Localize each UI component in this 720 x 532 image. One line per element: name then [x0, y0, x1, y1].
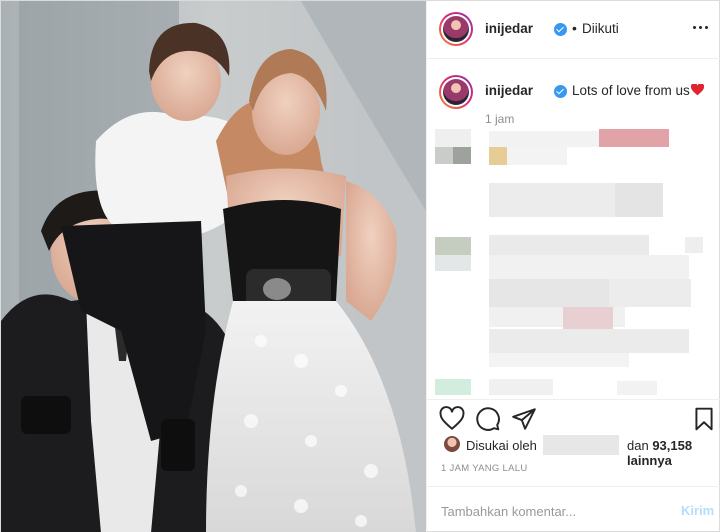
likes-connector: dan	[627, 438, 649, 453]
comment-composer: Kirim	[427, 486, 720, 532]
likes-count-text[interactable]: dan 93,158 lainnya	[627, 438, 714, 468]
post-timestamp: 1 JAM YANG LALU	[441, 463, 528, 474]
post-actions-bar	[427, 399, 720, 435]
bookmark-icon[interactable]	[691, 406, 717, 432]
caption-username[interactable]: inijedar	[485, 83, 533, 98]
header-avatar[interactable]	[439, 12, 473, 46]
follow-status-button[interactable]: Diikuti	[582, 21, 619, 36]
red-heart-emoji-icon	[690, 84, 704, 96]
likes-prefix: Disukai oleh	[466, 438, 537, 453]
caption-body: Lots of love from us	[572, 83, 690, 98]
caption-text: Lots of love from us	[572, 83, 704, 98]
verified-badge-icon	[554, 85, 567, 98]
header-separator: •	[572, 20, 577, 36]
blurred-liker-name	[543, 435, 619, 455]
more-dots-icon[interactable]	[691, 17, 711, 37]
liker-avatar[interactable]	[444, 436, 460, 452]
comment-input[interactable]	[441, 501, 661, 521]
blurred-comments-list	[427, 121, 720, 399]
heart-outline-icon[interactable]	[439, 406, 465, 432]
post-header: inijedar • Diikuti	[427, 1, 720, 59]
likes-summary: Disukai oleh dan 93,158 lainnya	[439, 435, 714, 468]
share-plane-icon[interactable]	[511, 406, 537, 432]
family-photo-illustration	[1, 1, 426, 532]
post-side-panel: inijedar • Diikuti inijedar Lots of love…	[426, 1, 720, 532]
post-photo[interactable]	[1, 1, 426, 532]
header-username[interactable]: inijedar	[485, 21, 533, 36]
instagram-post: inijedar • Diikuti inijedar Lots of love…	[0, 0, 720, 532]
comment-bubble-icon[interactable]	[475, 406, 501, 432]
verified-badge-icon	[554, 23, 567, 36]
caption-avatar[interactable]	[439, 75, 473, 109]
send-comment-button[interactable]: Kirim	[681, 503, 714, 518]
